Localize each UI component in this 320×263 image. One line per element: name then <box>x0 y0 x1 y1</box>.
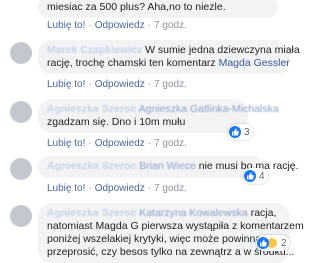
reaction-summary[interactable]: 2 <box>256 235 290 251</box>
timestamp[interactable]: 7 godz. <box>154 20 187 31</box>
avatar[interactable] <box>10 158 32 180</box>
mention-link[interactable]: Magda Gessler <box>219 57 290 69</box>
mention-link[interactable]: Agnieszka Gatlinka-Michalska <box>139 103 279 115</box>
reaction-count: 3 <box>244 126 250 138</box>
reaction-summary[interactable]: 4 <box>243 168 268 184</box>
comment-actions: Lubię to! · Odpowiedz · 7 godz. <box>47 138 187 149</box>
reaction-count: 2 <box>281 237 287 249</box>
mention-link[interactable]: Katarzyna Kowalewska <box>139 207 248 219</box>
comment-4-bubble: Agnieszka Szeroc Brian Wiece nie musi bo… <box>38 156 299 178</box>
timestamp[interactable]: 7 godz. <box>154 183 187 194</box>
comment-text: miesiac za 500 plus? Aha,no to niezle. <box>47 1 226 13</box>
timestamp[interactable]: 7 godz. <box>154 79 187 90</box>
comment-author[interactable]: Agnieszka Szeroc <box>47 207 136 219</box>
reaction-summary[interactable]: 3 <box>228 124 253 140</box>
like-link[interactable]: Lubię to! <box>47 20 85 31</box>
comment-text: poniżej wszelakiej krytyki, więc może po… <box>47 233 262 245</box>
comment-3-bubble: Agnieszka Szeroc Agnieszka Gatlinka-Mich… <box>38 99 279 133</box>
comment-text: rację, trochę chamski ten komentarz <box>47 57 216 69</box>
comment-text: racja, <box>250 207 277 219</box>
comment-text: natomiast Magda G pierwsza wystąpiła z k… <box>47 220 304 232</box>
like-reaction-icon <box>257 237 269 249</box>
avatar[interactable] <box>10 101 32 123</box>
reply-link[interactable]: Odpowiedz <box>95 79 145 90</box>
avatar[interactable] <box>10 205 32 227</box>
mention-link[interactable]: Brian Wiece <box>139 160 196 172</box>
reply-link[interactable]: Odpowiedz <box>95 138 145 149</box>
reply-link[interactable]: Odpowiedz <box>95 183 145 194</box>
comment-author[interactable]: Agnieszka Szeroc <box>47 160 136 172</box>
comment-author[interactable]: Marek Czapkiewicz <box>47 44 142 56</box>
comment-actions: Lubię to! · Odpowiedz · 7 godz. <box>47 20 187 31</box>
comment-actions: Lubię to! · Odpowiedz · 7 godz. <box>47 79 187 90</box>
like-reaction-icon <box>229 126 241 138</box>
like-link[interactable]: Lubię to! <box>47 138 85 149</box>
comment-author[interactable]: Agnieszka Szeroc <box>47 103 136 115</box>
comment-1-bubble: miesiac za 500 plus? Aha,no to niezle. <box>38 0 278 18</box>
avatar[interactable] <box>10 42 32 64</box>
like-reaction-icon <box>244 170 256 182</box>
comment-actions: Lubię to! · Odpowiedz · 7 godz. <box>47 183 187 194</box>
reply-link[interactable]: Odpowiedz <box>95 20 145 31</box>
reaction-count: 4 <box>259 170 265 182</box>
timestamp[interactable]: 7 godz. <box>154 138 187 149</box>
comment-5-bubble: Agnieszka Szeroc Katarzyna Kowalewska ra… <box>38 203 304 263</box>
comment-text: zgadzam się. Dno i 10m mułu <box>47 116 186 128</box>
comment-2-bubble: Marek Czapkiewicz W sumie jedna dziewczy… <box>38 40 300 74</box>
like-link[interactable]: Lubię to! <box>47 183 85 194</box>
like-link[interactable]: Lubię to! <box>47 79 85 90</box>
comment-text: W sumie jedna dziewczyna miała <box>145 44 300 56</box>
